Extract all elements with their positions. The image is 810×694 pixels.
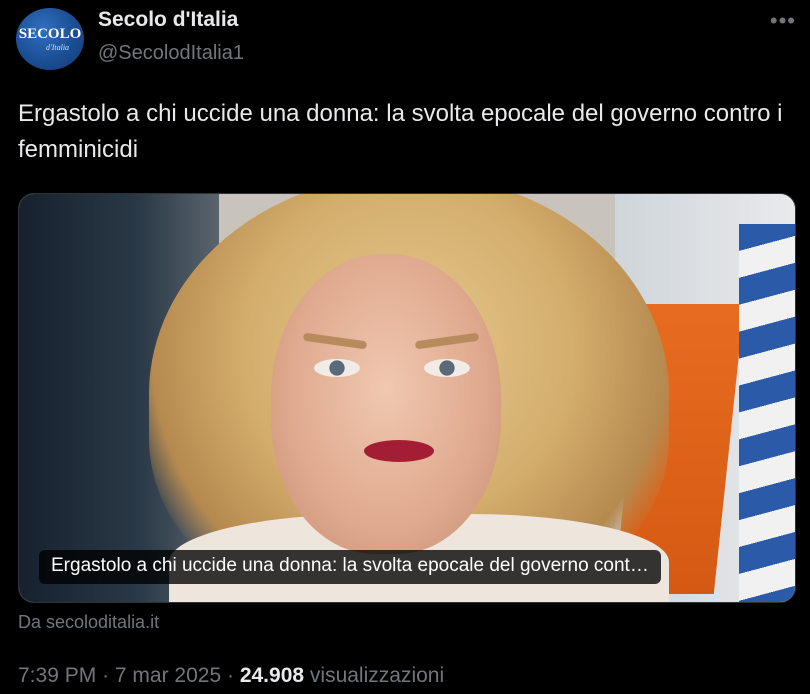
more-horizontal-icon[interactable]: ••• <box>770 8 796 34</box>
card-source[interactable]: Da secoloditalia.it <box>18 612 159 633</box>
meta-separator: · <box>102 664 110 687</box>
tweet-text: Ergastolo a chi uccide una donna: la svo… <box>18 100 783 163</box>
avatar[interactable]: SECOLO d'Italia <box>16 8 84 70</box>
meta-separator: · <box>226 664 234 687</box>
avatar-logo-text: SECOLO <box>18 26 82 42</box>
author-handle[interactable]: @SecolodItalia1 <box>98 42 244 65</box>
author-name[interactable]: Secolo d'Italia <box>98 8 238 32</box>
views-count: 24.908 <box>239 664 305 687</box>
link-card[interactable]: Ergastolo a chi uccide una donna: la svo… <box>18 193 796 603</box>
tweet-meta: 7:39 PM · 7 mar 2025 · 24.908 visualizza… <box>18 664 444 688</box>
tweet-time[interactable]: 7:39 PM <box>18 664 96 687</box>
views-label: visualizzazioni <box>309 664 445 687</box>
avatar-logo-subtext: d'Italia <box>46 43 70 52</box>
tweet-date[interactable]: 7 mar 2025 <box>115 664 221 687</box>
card-image-caption: Ergastolo a chi uccide una donna: la svo… <box>39 550 661 584</box>
